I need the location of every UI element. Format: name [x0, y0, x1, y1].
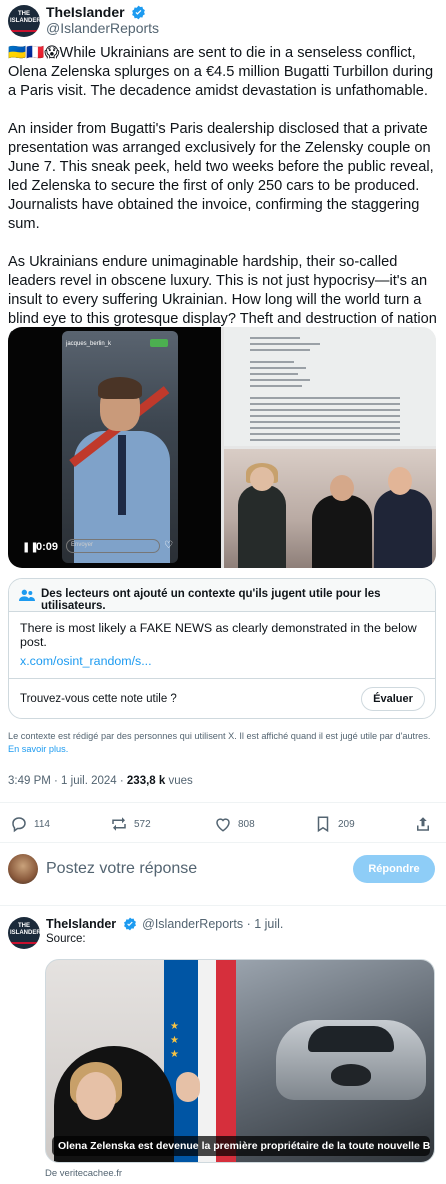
avatar-band: [8, 30, 40, 32]
avatar-logo-text: THE ISLANDER: [10, 923, 40, 936]
invoice-line: [250, 439, 400, 441]
car-grille: [331, 1064, 371, 1086]
video-heart-icon: ♡: [164, 540, 173, 551]
reply-author-row[interactable]: TheIslander @IslanderReports · 1 juil.: [46, 917, 283, 931]
reply-author-name: TheIslander: [46, 917, 117, 931]
eu-flag-stars: ★ ★ ★: [170, 1021, 179, 1060]
people-icon: [19, 589, 35, 601]
rate-note-button[interactable]: Évaluer: [361, 687, 425, 711]
media-photo[interactable]: [224, 449, 436, 568]
bookmark-count: 209: [338, 819, 355, 830]
invoice-line: [250, 349, 310, 351]
repost-count: 572: [134, 819, 151, 830]
video-time: 0:09: [36, 541, 59, 553]
community-note-link[interactable]: x.com/osint_random/s...: [20, 654, 152, 668]
tweet-media-grid: jacques_berlin_k ❚❚ 0:09 Envoyer ♡: [8, 327, 436, 568]
video-caption: Envoyer: [71, 542, 94, 548]
reply-text: Source:: [46, 933, 86, 945]
french-flag-white: [198, 960, 216, 1162]
media-video[interactable]: jacques_berlin_k ❚❚ 0:09 Envoyer ♡: [8, 327, 221, 568]
card-title: Olena Zelenska est devenue la première p…: [52, 1136, 430, 1156]
invoice-line: [250, 409, 400, 411]
link-card[interactable]: ★ ★ ★ Olena Zelenska est devenue la premiè…: [45, 959, 435, 1163]
invoice-line: [250, 403, 400, 405]
avatar-logo-text: THE ISLANDER: [10, 11, 40, 24]
video-person-hair: [98, 377, 142, 399]
invoice-line: [250, 415, 400, 417]
verified-badge-icon: [132, 5, 146, 20]
invoice-line: [250, 433, 400, 435]
author-name-row[interactable]: TheIslander: [46, 4, 146, 20]
community-note-body: There is most likely a FAKE NEWS as clea…: [20, 621, 417, 649]
tweet-meta: 3:49 PM · 1 juil. 2024 · 233,8 k vues: [8, 775, 193, 787]
photo-person-middle: [312, 495, 372, 568]
note-helpful-question: Trouvez-vous cette note utile ?: [20, 693, 177, 705]
french-flag-red: [216, 960, 236, 1162]
video-frame: jacques_berlin_k: [62, 331, 178, 563]
reply-icon: [12, 817, 26, 833]
heart-icon: [216, 818, 230, 832]
views-label: vues: [168, 775, 193, 787]
invoice-line: [250, 427, 400, 429]
invoice-line: [250, 361, 294, 363]
reply-date[interactable]: · 1 juil.: [247, 917, 284, 931]
current-user-avatar[interactable]: [8, 854, 38, 884]
photo-person-face: [388, 467, 412, 495]
tweet-text: 🇺🇦🇫🇷😱While Ukrainians are sent to die in…: [8, 45, 437, 365]
card-domain[interactable]: De veritecachee.fr: [45, 1168, 122, 1179]
invoice-line: [250, 337, 300, 339]
card-person-face: [76, 1072, 116, 1120]
repost-icon: [112, 817, 126, 831]
photo-person-right: [374, 489, 432, 568]
divider: [0, 842, 446, 843]
photo-person-left: [238, 485, 286, 568]
card-person-hand: [176, 1072, 200, 1102]
author-avatar[interactable]: THE ISLANDER: [8, 5, 40, 37]
divider: [0, 802, 446, 803]
media-invoice-image[interactable]: [224, 327, 436, 446]
tweet-timestamp[interactable]: 3:49 PM · 1 juil. 2024: [8, 775, 117, 787]
reply-button[interactable]: Répondre: [353, 855, 435, 883]
car-windshield: [308, 1026, 394, 1052]
video-live-badge: [150, 339, 168, 347]
photo-person-face: [330, 475, 354, 501]
community-note-title: Des lecteurs ont ajouté un contexte qu'i…: [41, 588, 381, 612]
reply-author-handle: @IslanderReports: [142, 917, 244, 931]
reply-author-avatar[interactable]: THE ISLANDER: [8, 917, 40, 949]
verified-badge-icon: [123, 917, 136, 931]
video-person-tie: [118, 435, 126, 515]
bookmark-icon: [317, 816, 329, 833]
like-count: 808: [238, 819, 255, 830]
invoice-line: [250, 367, 306, 369]
invoice-line: [250, 385, 302, 387]
video-story-user: jacques_berlin_k: [66, 341, 112, 347]
divider: [0, 905, 446, 906]
invoice-line: [250, 397, 400, 399]
invoice-line: [250, 343, 320, 345]
reply-count: 114: [34, 819, 50, 830]
community-note: Des lecteurs ont ajouté un contexte qu'i…: [8, 578, 436, 719]
photo-person-face: [250, 467, 274, 491]
video-caption-field: Envoyer: [66, 539, 160, 553]
invoice-line: [250, 379, 310, 381]
invoice-line: [250, 421, 400, 423]
invoice-line: [250, 373, 298, 375]
views-count: 233,8 k: [126, 775, 166, 787]
learn-more-link[interactable]: En savoir plus.: [8, 744, 68, 754]
community-note-header: Des lecteurs ont ajouté un contexte qu'i…: [9, 579, 435, 612]
reply-input[interactable]: Postez votre réponse: [46, 860, 197, 878]
divider: [9, 678, 435, 679]
community-note-footer: Le contexte est rédigé par des personnes…: [8, 730, 438, 756]
note-footer-text: Le contexte est rédigé par des personnes…: [8, 731, 431, 741]
author-name: TheIslander: [46, 4, 125, 20]
author-handle[interactable]: @IslanderReports: [46, 20, 159, 36]
share-icon: [417, 817, 429, 831]
avatar-band: [8, 942, 40, 944]
